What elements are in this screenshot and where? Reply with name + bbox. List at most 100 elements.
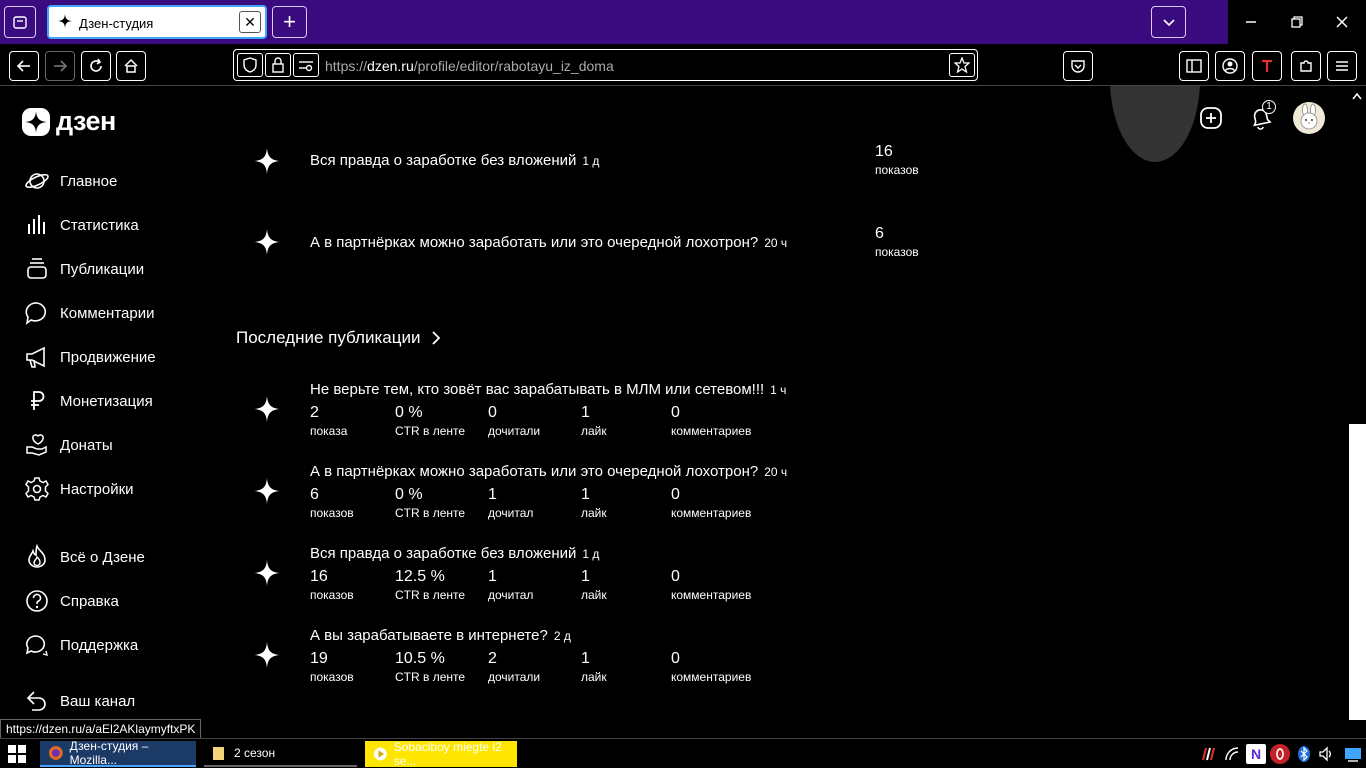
list-item[interactable]: Не верьте тем, кто зовёт вас зарабатыват… xyxy=(254,380,874,454)
list-item[interactable]: Вся правда о заработке без вложений 1 д xyxy=(254,148,874,178)
account-button[interactable] xyxy=(1215,51,1245,81)
list-all-tabs-button[interactable] xyxy=(1151,6,1186,38)
navigation-toolbar: https://dzen.ru/profile/editor/rabotayu_… xyxy=(0,44,1366,86)
dzen-favicon-icon xyxy=(58,14,72,28)
publication-title[interactable]: А в партнёрках можно заработать или это … xyxy=(310,463,787,480)
stat-label: дочитал xyxy=(488,588,534,602)
stat-label: лайк xyxy=(581,506,607,520)
plus-icon: + xyxy=(283,9,296,34)
stat-label: дочитал xyxy=(488,506,534,520)
minimize-button[interactable] xyxy=(1236,8,1266,36)
publication-stat: 0 % CTR в ленте xyxy=(395,486,465,520)
chevron-down-icon xyxy=(1162,19,1175,27)
url-text[interactable]: https://dzen.ru/profile/editor/rabotayu_… xyxy=(325,58,614,74)
lock-icon xyxy=(272,57,284,73)
sidebar-item-about-dzen[interactable]: Всё о Дзене xyxy=(24,542,145,572)
notification-center-icon[interactable] xyxy=(1343,744,1363,764)
publication-stat: 2 дочитали xyxy=(488,650,540,684)
volume-icon[interactable] xyxy=(1316,744,1336,764)
taskbar-item-folder[interactable]: 2 сезон xyxy=(204,741,357,767)
list-item[interactable]: А в партнёрках можно заработать или это … xyxy=(254,229,874,259)
media-player-icon xyxy=(373,747,387,761)
pocket-button[interactable] xyxy=(1063,51,1093,81)
sparkle-icon xyxy=(254,642,280,668)
sidebar-item-label: Настройки xyxy=(60,480,134,498)
list-item[interactable]: Вся правда о заработке без вложений 1 д 16… xyxy=(254,544,874,618)
publication-title[interactable]: Вся правда о заработке без вложений 1 д xyxy=(310,152,599,169)
stat-value: 0 xyxy=(671,404,680,421)
sidebar-item-support[interactable]: Поддержка xyxy=(24,630,138,660)
opera-icon[interactable] xyxy=(1270,744,1290,764)
scrollbar-thumb[interactable] xyxy=(1349,424,1366,720)
browser-tab-active[interactable]: Дзен-студия ✕ xyxy=(47,5,267,39)
reader-view-button[interactable] xyxy=(1179,51,1209,81)
sidebar-item-settings[interactable]: Настройки xyxy=(24,474,134,504)
sidebar-item-promotion[interactable]: Продвижение xyxy=(24,342,156,372)
bookmark-button[interactable] xyxy=(949,53,975,77)
help-icon xyxy=(26,590,48,612)
sidebar-item-monetization[interactable]: Монетизация xyxy=(24,386,153,416)
bluetooth-icon[interactable] xyxy=(1294,744,1314,764)
section-title: Последние публикации xyxy=(236,328,421,347)
publication-title[interactable]: Вся правда о заработке без вложений 1 д xyxy=(310,545,599,562)
publication-title[interactable]: А в партнёрках можно заработать или это … xyxy=(310,234,787,251)
extension-t-button[interactable] xyxy=(1252,51,1282,81)
start-button[interactable] xyxy=(8,745,28,763)
publication-age: 2 д xyxy=(553,629,571,643)
publication-stat: 1 лайк xyxy=(581,568,607,602)
taskbar-item-media[interactable]: Sobaciboy miegte l2 se... xyxy=(365,740,517,768)
tab-list-button[interactable] xyxy=(4,6,36,38)
stat-label: лайк xyxy=(581,670,607,684)
sidebar-item-label: Монетизация xyxy=(60,392,153,410)
home-button[interactable] xyxy=(116,51,146,81)
publication-title[interactable]: Не верьте тем, кто зовёт вас зарабатыват… xyxy=(310,381,786,398)
scroll-up-button[interactable] xyxy=(1351,88,1363,100)
tray-wifi-icon[interactable] xyxy=(1198,744,1218,764)
publication-stat: 0 комментариев xyxy=(671,650,751,684)
close-window-button[interactable] xyxy=(1327,8,1357,36)
tab-close-button[interactable]: ✕ xyxy=(239,11,261,33)
ruble-icon xyxy=(31,391,45,410)
back-button[interactable] xyxy=(9,51,39,81)
sidebar-item-your-channel[interactable]: Ваш канал xyxy=(24,686,135,716)
stat-value: 0 % xyxy=(395,486,423,503)
permissions-icon xyxy=(299,61,313,72)
sidebar-item-label: Продвижение xyxy=(60,348,156,366)
new-tab-button[interactable]: + xyxy=(272,6,307,38)
sidebar-item-help[interactable]: Справка xyxy=(24,586,119,616)
sidebar-item-stats[interactable]: Статистика xyxy=(24,210,139,240)
list-item[interactable]: А в партнёрках можно заработать или это … xyxy=(254,462,874,536)
reload-button[interactable] xyxy=(81,51,111,81)
latest-publications-link[interactable]: Последние публикации xyxy=(236,328,446,348)
stat-label: лайк xyxy=(581,588,607,602)
permissions-button[interactable] xyxy=(293,53,319,77)
avatar[interactable] xyxy=(1293,102,1325,134)
taskbar-item-firefox[interactable]: Дзен-студия – Mozilla... xyxy=(40,739,196,767)
notifications-button[interactable]: 1 xyxy=(1244,100,1276,134)
restore-button[interactable] xyxy=(1282,8,1312,36)
publication-title[interactable]: А вы зарабатываете в интернете? 2 д xyxy=(310,627,571,644)
dzen-logo[interactable]: дзен xyxy=(22,106,116,137)
tracking-protection-button[interactable] xyxy=(237,53,263,77)
publication-stat: 19 показов xyxy=(310,650,354,684)
sidebar-item-comments[interactable]: Комментарии xyxy=(24,298,154,328)
network-icon[interactable] xyxy=(1222,744,1242,764)
url-host: dzen.ru xyxy=(367,58,414,74)
stat-label: показа xyxy=(310,424,348,438)
sidebar-item-donations[interactable]: Донаты xyxy=(24,430,113,460)
back-arrow-icon xyxy=(26,691,46,711)
chat-icon xyxy=(25,635,48,656)
url-bar[interactable]: https://dzen.ru/profile/editor/rabotayu_… xyxy=(233,49,978,81)
sidebar-item-main[interactable]: Главное xyxy=(24,166,117,196)
caret-up-icon xyxy=(1352,92,1362,100)
app-menu-button[interactable] xyxy=(1327,51,1357,81)
app-n-icon[interactable]: N xyxy=(1246,744,1266,764)
publication-age: 1 ч xyxy=(770,383,787,397)
stat-value: 16 xyxy=(310,568,328,585)
forward-button[interactable] xyxy=(45,51,75,81)
list-item[interactable]: А вы зарабатываете в интернете? 2 д 19 пока… xyxy=(254,626,874,700)
sidebar-item-publications[interactable]: Публикации xyxy=(24,254,144,284)
extensions-button[interactable] xyxy=(1291,51,1321,81)
stat-value: 1 xyxy=(581,568,590,585)
site-info-button[interactable] xyxy=(265,53,291,77)
